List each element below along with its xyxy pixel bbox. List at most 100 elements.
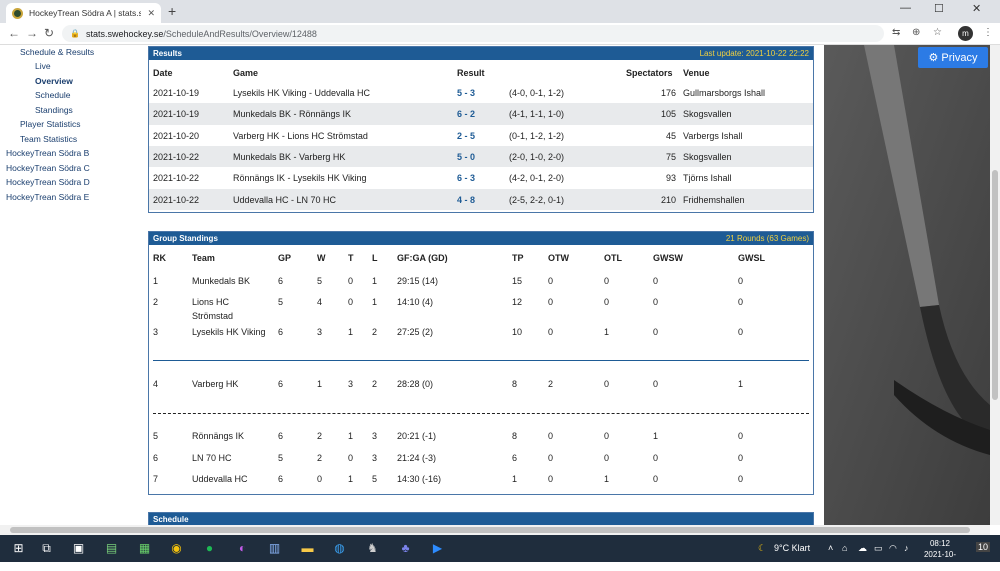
- sidebar-item-sodra-d[interactable]: HockeyTrean Södra D: [6, 177, 90, 187]
- sidebar-item-schedule-results[interactable]: Schedule & Results: [20, 47, 94, 57]
- app-icon[interactable]: ◐: [234, 540, 251, 557]
- zoom-icon[interactable]: ⊕: [912, 27, 920, 38]
- result-score[interactable]: 2 - 5: [457, 131, 475, 141]
- teams-icon[interactable]: ♣: [397, 540, 414, 557]
- chrome-icon[interactable]: ◉: [168, 540, 185, 557]
- standing-team[interactable]: Rönnängs IK: [192, 431, 244, 441]
- horizontal-scroll-thumb[interactable]: [10, 527, 970, 533]
- task-view-icon[interactable]: ⧉: [38, 540, 55, 557]
- sidebar-item-player-statistics[interactable]: Player Statistics: [20, 119, 80, 129]
- calculator-icon[interactable]: ▥: [266, 540, 283, 557]
- sidebar-item-live[interactable]: Live: [35, 61, 51, 71]
- standing-t: 0: [348, 453, 354, 463]
- result-date: 2021-10-19: [153, 88, 200, 98]
- game-icon[interactable]: ♞: [364, 540, 381, 557]
- forward-arrow-icon[interactable]: →: [26, 26, 38, 40]
- sidebar-item-team-statistics[interactable]: Team Statistics: [20, 134, 77, 144]
- standing-gwsl: 0: [738, 474, 744, 484]
- sidebar-item-sodra-e[interactable]: HockeyTrean Södra E: [6, 192, 89, 202]
- wifi-icon[interactable]: ◠: [889, 543, 897, 554]
- spotify-icon[interactable]: ●: [201, 540, 218, 557]
- new-tab-button[interactable]: +: [168, 3, 176, 19]
- background-image: [824, 45, 990, 525]
- sidebar-item-sodra-c[interactable]: HockeyTrean Södra C: [6, 163, 90, 173]
- standing-gwsw: 0: [653, 453, 659, 463]
- standing-otw: 0: [548, 327, 554, 337]
- weather-text[interactable]: 9°C Klart: [774, 543, 810, 553]
- clock[interactable]: 08:12 2021-10-23: [920, 538, 960, 571]
- result-row: 2021-10-19 Lysekils HK Viking - Uddevalla…: [149, 82, 813, 103]
- notes-icon[interactable]: ▦: [136, 540, 153, 557]
- translate-icon[interactable]: ⇆: [892, 27, 900, 38]
- folder-icon[interactable]: ▬: [299, 540, 316, 557]
- standing-tp: 10: [512, 327, 523, 337]
- network-icon[interactable]: ⌂: [842, 543, 847, 553]
- url-bar[interactable]: 🔒 stats.swehockey.se/ScheduleAndResults/…: [62, 25, 884, 42]
- standing-team[interactable]: Lions HC: [192, 297, 229, 307]
- standing-rank: 4: [153, 379, 159, 389]
- result-game[interactable]: Uddevalla HC - LN 70 HC: [233, 195, 336, 205]
- sidebar-item-sodra-b[interactable]: HockeyTrean Södra B: [6, 148, 89, 158]
- vertical-scrollbar[interactable]: [990, 45, 1000, 525]
- result-score[interactable]: 5 - 3: [457, 88, 475, 98]
- profile-avatar[interactable]: m: [958, 26, 973, 41]
- result-game[interactable]: Varberg HK - Lions HC Strömstad: [233, 131, 368, 141]
- cloud-icon[interactable]: ☁: [858, 543, 867, 554]
- minimize-button[interactable]: —: [900, 2, 911, 14]
- result-venue: Tjörns Ishall: [683, 173, 732, 184]
- col-gwsw: GWSW: [653, 253, 683, 263]
- standing-team[interactable]: LN 70 HC: [192, 453, 232, 463]
- battery-icon[interactable]: ▭: [874, 543, 883, 554]
- weather-icon: ☾: [758, 543, 767, 553]
- standing-team[interactable]: Uddevalla HC: [192, 474, 248, 484]
- maximize-button[interactable]: ☐: [934, 2, 944, 15]
- windows-start-icon[interactable]: ⊞: [10, 540, 27, 557]
- result-game[interactable]: Lysekils HK Viking - Uddevalla HC: [233, 88, 370, 98]
- standing-gp: 5: [278, 297, 284, 307]
- clock-time: 08:12: [929, 539, 951, 548]
- privacy-button[interactable]: ⚙ Privacy: [918, 47, 988, 68]
- bookmark-star-icon[interactable]: ☆: [933, 27, 942, 38]
- browser-tab[interactable]: HockeyTrean Södra A | stats.swe ✕: [6, 3, 161, 23]
- menu-dots-icon[interactable]: ⋮: [983, 27, 993, 38]
- result-score[interactable]: 5 - 0: [457, 152, 475, 162]
- result-venue: Varbergs Ishall: [683, 130, 743, 141]
- result-game[interactable]: Munkedals BK - Rönnängs IK: [233, 109, 351, 119]
- standing-team[interactable]: Munkedals BK: [192, 276, 250, 286]
- vertical-scroll-thumb[interactable]: [992, 170, 998, 400]
- standing-team[interactable]: Varberg HK: [192, 379, 238, 389]
- sidebar-item-overview[interactable]: Overview: [35, 76, 73, 86]
- result-score[interactable]: 6 - 3: [457, 173, 475, 183]
- sidebar-item-standings[interactable]: Standings: [35, 105, 73, 115]
- close-window-button[interactable]: ✕: [972, 2, 981, 15]
- url-path: /ScheduleAndResults/Overview/12488: [163, 28, 317, 39]
- sidebar-item-schedule[interactable]: Schedule: [35, 90, 70, 100]
- standing-row: 7 Uddevalla HC 6 0 1 5 14:30 (-16) 1 0 1 0 0: [149, 472, 813, 490]
- volume-icon[interactable]: ♪: [904, 543, 909, 553]
- reload-icon[interactable]: ↻: [44, 26, 54, 40]
- standing-gfga: 14:30 (-16): [397, 474, 442, 484]
- standing-l: 3: [372, 453, 378, 463]
- result-game[interactable]: Munkedals BK - Varberg HK: [233, 152, 345, 162]
- photos-icon[interactable]: ▤: [103, 540, 120, 557]
- notifications-badge[interactable]: 10: [976, 542, 991, 552]
- back-arrow-icon[interactable]: ←: [8, 26, 20, 40]
- tray-chevron-icon[interactable]: ˄: [828, 543, 833, 553]
- result-spectators: 210: [660, 194, 676, 205]
- standing-team-line2[interactable]: Strömstad: [192, 311, 233, 321]
- store-icon[interactable]: ▣: [70, 540, 87, 557]
- site-favicon-icon: [12, 7, 23, 19]
- tab-close-icon[interactable]: ✕: [147, 8, 155, 19]
- edge-icon[interactable]: ◍: [331, 540, 348, 557]
- result-score[interactable]: 6 - 2: [457, 109, 475, 119]
- result-score[interactable]: 4 - 8: [457, 195, 475, 205]
- zoom-app-icon[interactable]: ▶: [429, 540, 446, 557]
- result-game[interactable]: Rönnängs IK - Lysekils HK Viking: [233, 173, 367, 183]
- standing-team[interactable]: Lysekils HK Viking: [192, 327, 266, 337]
- browser-tab-strip: HockeyTrean Södra A | stats.swe ✕ + — ☐ …: [0, 0, 1000, 23]
- standing-tp: 8: [512, 379, 518, 389]
- standing-gp: 6: [278, 474, 284, 484]
- horizontal-scrollbar[interactable]: [0, 525, 990, 535]
- standing-w: 3: [317, 327, 323, 337]
- col-w: W: [317, 253, 326, 263]
